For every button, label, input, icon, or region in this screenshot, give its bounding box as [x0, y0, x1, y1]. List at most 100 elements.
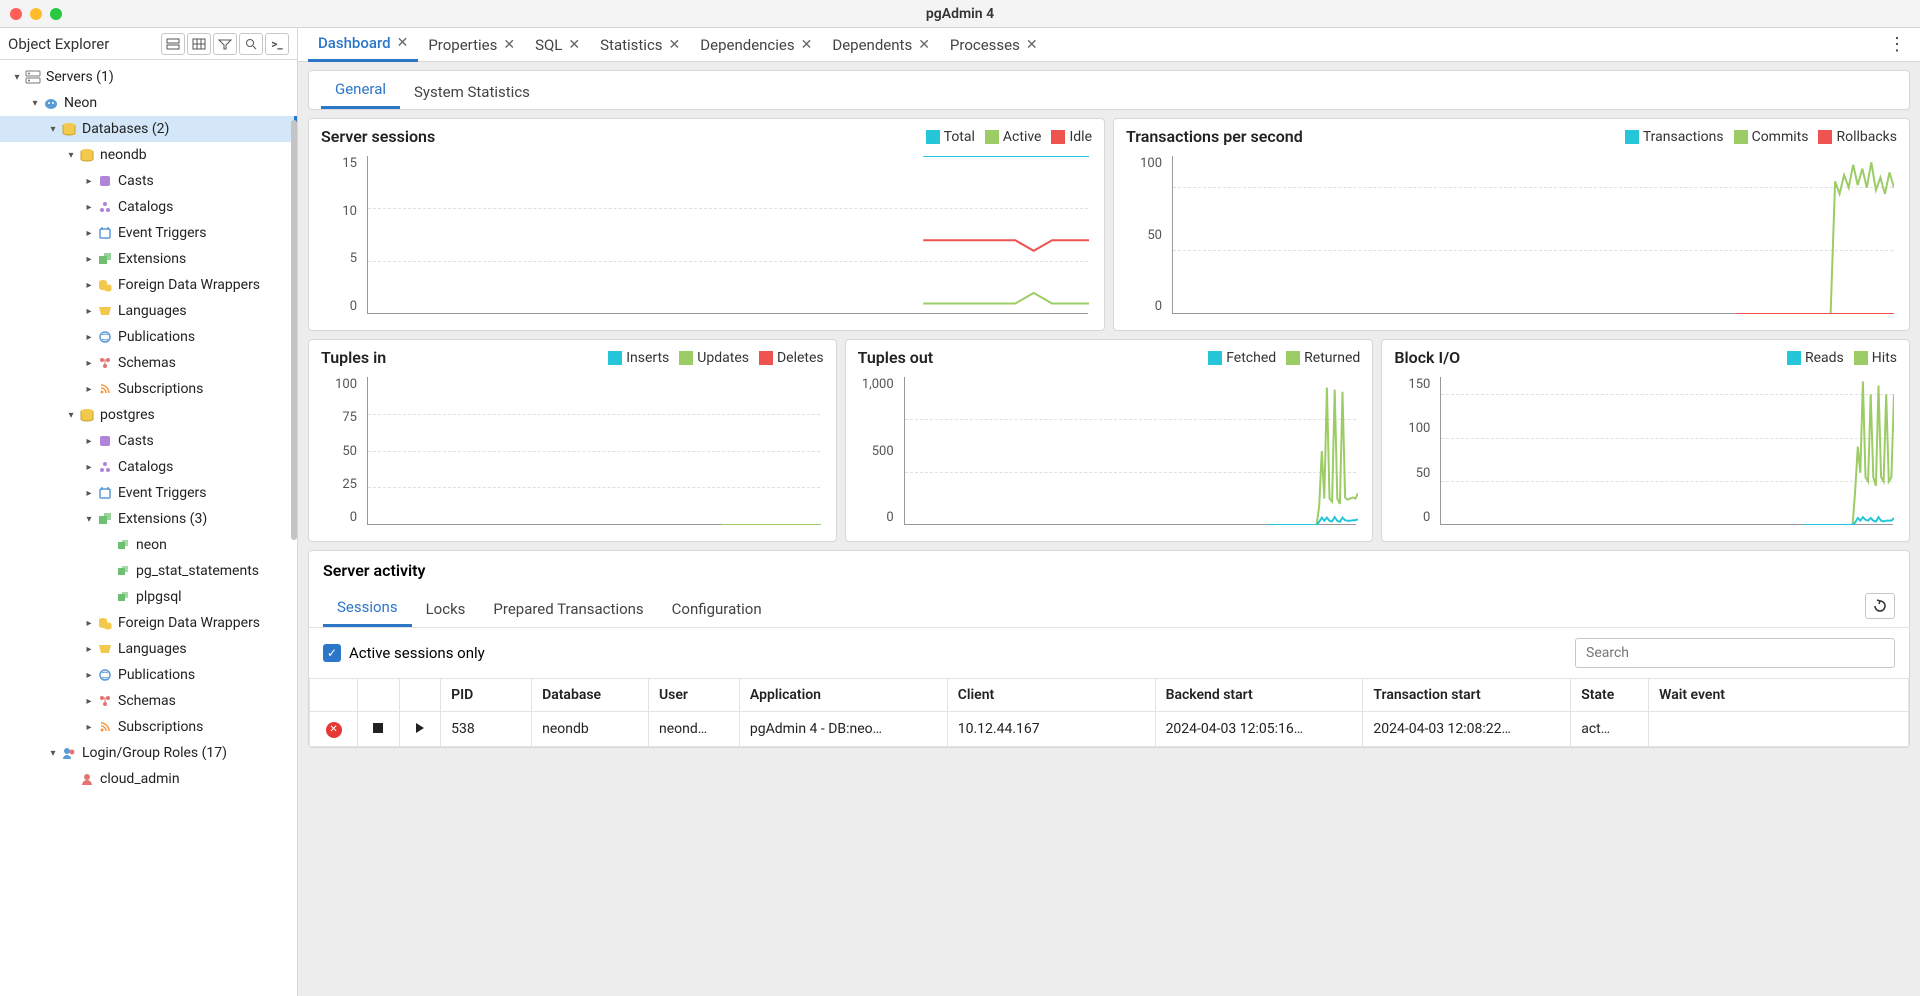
- chevron-down-icon[interactable]: ▾: [10, 72, 24, 83]
- tree-db-neondb[interactable]: ▾ neondb: [0, 142, 297, 168]
- col-4[interactable]: Client: [947, 679, 1155, 712]
- col-3[interactable]: Application: [739, 679, 947, 712]
- tree-neondb-1[interactable]: ▸ Catalogs: [0, 194, 297, 220]
- tab-processes[interactable]: Processes✕: [940, 28, 1048, 62]
- chevron-right-icon[interactable]: ▸: [82, 384, 96, 395]
- col-8[interactable]: Wait event: [1649, 679, 1909, 712]
- chevron-down-icon[interactable]: ▾: [64, 150, 78, 161]
- tree-login-roles[interactable]: ▾ Login/Group Roles (17): [0, 740, 297, 766]
- object-tree[interactable]: ▾ Servers (1) ▾ Neon ▾ Databases (2) ▾ n…: [0, 60, 297, 996]
- tab-close-icon[interactable]: ✕: [918, 37, 930, 53]
- col-6[interactable]: Transaction start: [1363, 679, 1571, 712]
- col-1[interactable]: Database: [532, 679, 649, 712]
- tab-close-icon[interactable]: ✕: [1026, 37, 1038, 53]
- tree-neondb-5[interactable]: ▸ Languages: [0, 298, 297, 324]
- tab-properties[interactable]: Properties✕: [418, 28, 525, 62]
- tab-dependencies[interactable]: Dependencies✕: [690, 28, 822, 62]
- refresh-icon[interactable]: [1865, 593, 1895, 619]
- cancel-icon[interactable]: ✕: [310, 712, 358, 747]
- subtab-general[interactable]: General: [321, 72, 400, 109]
- tree-neondb-2[interactable]: ▸ Event Triggers: [0, 220, 297, 246]
- tree-ext-0[interactable]: neon: [0, 532, 297, 558]
- chevron-right-icon[interactable]: ▸: [82, 176, 96, 187]
- sidebar-terminal-icon[interactable]: >_: [265, 33, 289, 55]
- tab-sql[interactable]: SQL✕: [525, 28, 590, 62]
- sidebar-grid-icon[interactable]: [187, 33, 211, 55]
- tree-neondb-3[interactable]: ▸ Extensions: [0, 246, 297, 272]
- tree-postgres-5[interactable]: ▸ Languages: [0, 636, 297, 662]
- chevron-down-icon[interactable]: ▾: [28, 98, 42, 109]
- chevron-right-icon[interactable]: ▸: [82, 696, 96, 707]
- tree-role-0[interactable]: cloud_admin: [0, 766, 297, 792]
- chevron-right-icon[interactable]: ▸: [82, 280, 96, 291]
- expand-icon[interactable]: [399, 712, 441, 747]
- table-row[interactable]: ✕ 538 neondb neond… pgAdmin 4 - DB:neo… …: [310, 712, 1909, 747]
- chevron-right-icon[interactable]: ▸: [82, 332, 96, 343]
- chevron-down-icon[interactable]: ▾: [46, 124, 60, 135]
- tree-ext-1[interactable]: pg_stat_statements: [0, 558, 297, 584]
- tree-postgres-4[interactable]: ▸ Foreign Data Wrappers: [0, 610, 297, 636]
- tree-server-neon[interactable]: ▾ Neon: [0, 90, 297, 116]
- tree-postgres-3[interactable]: ▾ Extensions (3): [0, 506, 297, 532]
- col-5[interactable]: Backend start: [1155, 679, 1363, 712]
- tree-postgres-0[interactable]: ▸ Casts: [0, 428, 297, 454]
- chevron-right-icon[interactable]: ▸: [82, 488, 96, 499]
- tab-statistics[interactable]: Statistics✕: [590, 28, 690, 62]
- chevron-right-icon[interactable]: ▸: [82, 670, 96, 681]
- tab-close-icon[interactable]: ✕: [801, 37, 813, 53]
- activity-tab-config[interactable]: Configuration: [658, 592, 776, 626]
- chevron-right-icon[interactable]: ▸: [82, 358, 96, 369]
- sub-icon: [96, 382, 114, 396]
- chevron-right-icon[interactable]: ▸: [82, 228, 96, 239]
- tree-db-postgres[interactable]: ▾ postgres: [0, 402, 297, 428]
- tree-postgres-2[interactable]: ▸ Event Triggers: [0, 480, 297, 506]
- stop-icon[interactable]: [358, 712, 400, 747]
- subtab-system-statistics[interactable]: System Statistics: [400, 75, 544, 109]
- tree-postgres-1[interactable]: ▸ Catalogs: [0, 454, 297, 480]
- tree-ext-2[interactable]: plpgsql: [0, 584, 297, 610]
- sidebar-server-icon[interactable]: [161, 33, 185, 55]
- tab-close-icon[interactable]: ✕: [568, 37, 580, 53]
- tree-postgres-6[interactable]: ▸ Publications: [0, 662, 297, 688]
- chevron-right-icon[interactable]: ▸: [82, 306, 96, 317]
- tree-neondb-8[interactable]: ▸ Subscriptions: [0, 376, 297, 402]
- tab-dependents[interactable]: Dependents✕: [822, 28, 940, 62]
- tab-close-icon[interactable]: ✕: [669, 37, 681, 53]
- active-sessions-checkbox[interactable]: ✓: [323, 644, 341, 662]
- tree-neondb-6[interactable]: ▸ Publications: [0, 324, 297, 350]
- sidebar-search-icon[interactable]: [239, 33, 263, 55]
- tab-close-icon[interactable]: ✕: [397, 35, 409, 51]
- chevron-down-icon[interactable]: ▾: [82, 514, 96, 525]
- chevron-right-icon[interactable]: ▸: [82, 618, 96, 629]
- chevron-right-icon[interactable]: ▸: [82, 436, 96, 447]
- activity-search-input[interactable]: [1575, 638, 1895, 668]
- tab-dashboard[interactable]: Dashboard✕: [308, 28, 418, 62]
- tab-close-icon[interactable]: ✕: [503, 37, 515, 53]
- tabbar-overflow-icon[interactable]: ⋮: [1888, 34, 1906, 55]
- chevron-right-icon[interactable]: ▸: [82, 722, 96, 733]
- sidebar-filter-icon[interactable]: [213, 33, 237, 55]
- chevron-right-icon[interactable]: ▸: [82, 644, 96, 655]
- chevron-down-icon[interactable]: ▾: [46, 748, 60, 759]
- col-7[interactable]: State: [1571, 679, 1649, 712]
- panel-transactions: Transactions per second Transactions Com…: [1113, 118, 1910, 331]
- chevron-down-icon[interactable]: ▾: [64, 410, 78, 421]
- tree-scrollbar-icon[interactable]: [291, 120, 297, 540]
- tree-neondb-7[interactable]: ▸ Schemas: [0, 350, 297, 376]
- tree-postgres-7[interactable]: ▸ Schemas: [0, 688, 297, 714]
- tree-databases[interactable]: ▾ Databases (2): [0, 116, 297, 142]
- legend: Reads Hits: [1787, 350, 1897, 366]
- tree-servers[interactable]: ▾ Servers (1): [0, 64, 297, 90]
- col-0[interactable]: PID: [441, 679, 532, 712]
- activity-tab-sessions[interactable]: Sessions: [323, 590, 412, 627]
- tree-postgres-8[interactable]: ▸ Subscriptions: [0, 714, 297, 740]
- activity-tab-prepared[interactable]: Prepared Transactions: [479, 592, 657, 626]
- tree-neondb-0[interactable]: ▸ Casts: [0, 168, 297, 194]
- tree-neondb-4[interactable]: ▸ Foreign Data Wrappers: [0, 272, 297, 298]
- activity-tab-locks[interactable]: Locks: [412, 592, 480, 626]
- col-2[interactable]: User: [648, 679, 739, 712]
- chevron-right-icon[interactable]: ▸: [82, 254, 96, 265]
- chevron-right-icon[interactable]: ▸: [82, 462, 96, 473]
- chevron-right-icon[interactable]: ▸: [82, 202, 96, 213]
- chart-transactions: 100500: [1126, 150, 1897, 320]
